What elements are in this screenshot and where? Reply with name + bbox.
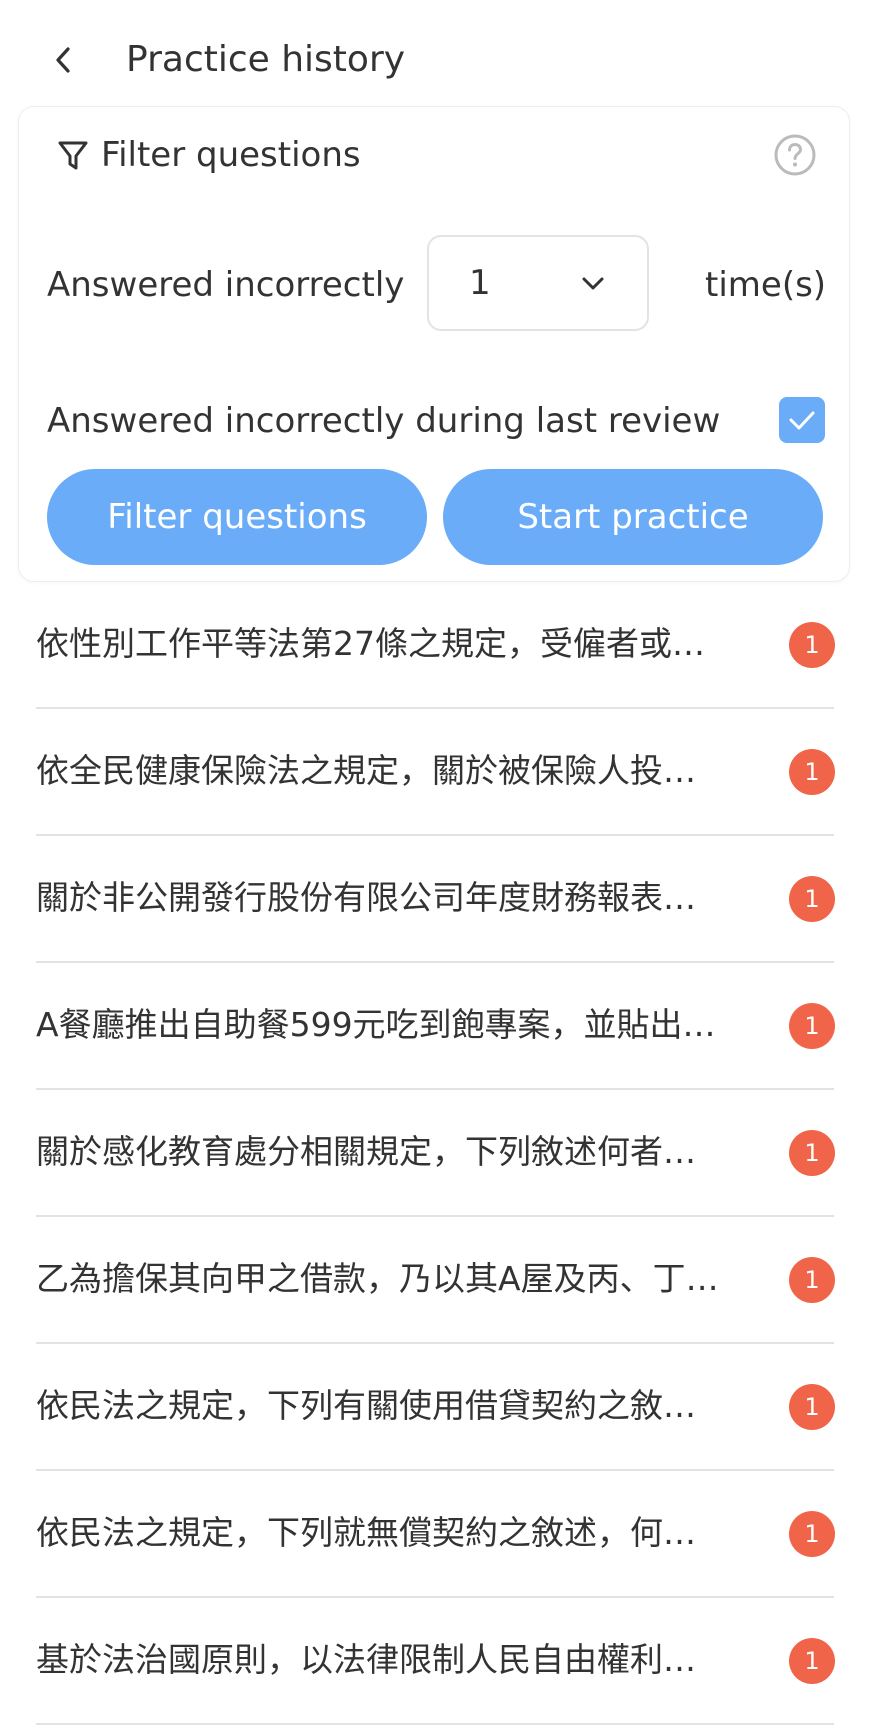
incorrect-count-badge: 1 bbox=[789, 1257, 835, 1303]
question-list: 依性別工作平等法第27條之規定，受僱者或… 1 依全民健康保險法之規定，關於被保… bbox=[36, 582, 835, 1725]
last-review-label: Answered incorrectly during last review bbox=[47, 401, 721, 441]
incorrect-count-badge: 1 bbox=[789, 1130, 835, 1176]
question-text: 基於法治國原則，以法律限制人民自由權利… bbox=[36, 1640, 696, 1679]
incorrect-count-select[interactable]: 1 bbox=[427, 235, 649, 331]
filter-card-title: Filter questions bbox=[101, 135, 361, 175]
question-item[interactable]: 關於非公開發行股份有限公司年度財務報表… 1 bbox=[36, 836, 835, 963]
question-text: 依全民健康保險法之規定，關於被保險人投… bbox=[36, 751, 696, 790]
question-item[interactable]: 依性別工作平等法第27條之規定，受僱者或… 1 bbox=[36, 582, 835, 709]
question-text: 乙為擔保其向甲之借款，乃以其A屋及丙、丁… bbox=[36, 1259, 719, 1298]
incorrect-count-label: Answered incorrectly bbox=[47, 265, 405, 305]
page-title: Practice history bbox=[126, 39, 406, 80]
question-item[interactable]: 依民法之規定，下列有關使用借貸契約之敘… 1 bbox=[36, 1344, 835, 1471]
question-item[interactable]: A餐廳推出自助餐599元吃到飽專案，並貼出… 1 bbox=[36, 963, 835, 1090]
incorrect-count-badge: 1 bbox=[789, 1511, 835, 1557]
app-header: Practice history bbox=[0, 0, 870, 120]
times-label: time(s) bbox=[705, 265, 827, 305]
last-review-checkbox[interactable] bbox=[779, 397, 825, 443]
incorrect-count-badge: 1 bbox=[789, 1003, 835, 1049]
question-item[interactable]: 乙為擔保其向甲之借款，乃以其A屋及丙、丁… 1 bbox=[36, 1217, 835, 1344]
incorrect-count-value: 1 bbox=[469, 263, 491, 303]
incorrect-count-badge: 1 bbox=[789, 1384, 835, 1430]
incorrect-count-badge: 1 bbox=[789, 749, 835, 795]
incorrect-count-badge: 1 bbox=[789, 876, 835, 922]
question-item[interactable]: 依民法之規定，下列就無償契約之敘述，何… 1 bbox=[36, 1471, 835, 1598]
incorrect-count-badge: 1 bbox=[789, 622, 835, 668]
question-text: 關於感化教育處分相關規定，下列敘述何者… bbox=[36, 1132, 696, 1171]
question-circle-icon[interactable] bbox=[771, 131, 819, 179]
checkmark-icon bbox=[789, 411, 815, 430]
chevron-left-icon bbox=[56, 47, 70, 73]
filter-card: Filter questions Answered incorrectly 1 … bbox=[18, 106, 850, 582]
start-practice-button[interactable]: Start practice bbox=[443, 469, 823, 565]
question-text: 依民法之規定，下列就無償契約之敘述，何… bbox=[36, 1513, 696, 1552]
chevron-down-icon bbox=[582, 277, 604, 290]
funnel-icon bbox=[58, 141, 88, 170]
question-item[interactable]: 基於法治國原則，以法律限制人民自由權利… 1 bbox=[36, 1598, 835, 1725]
question-item[interactable]: 關於感化教育處分相關規定，下列敘述何者… 1 bbox=[36, 1090, 835, 1217]
filter-questions-button[interactable]: Filter questions bbox=[47, 469, 427, 565]
question-text: 依民法之規定，下列有關使用借貸契約之敘… bbox=[36, 1386, 696, 1425]
question-text: 關於非公開發行股份有限公司年度財務報表… bbox=[36, 878, 696, 917]
back-button[interactable] bbox=[40, 36, 88, 84]
question-text: A餐廳推出自助餐599元吃到飽專案，並貼出… bbox=[36, 1005, 716, 1044]
question-item[interactable]: 依全民健康保險法之規定，關於被保險人投… 1 bbox=[36, 709, 835, 836]
incorrect-count-badge: 1 bbox=[789, 1638, 835, 1684]
question-text: 依性別工作平等法第27條之規定，受僱者或… bbox=[36, 624, 705, 663]
